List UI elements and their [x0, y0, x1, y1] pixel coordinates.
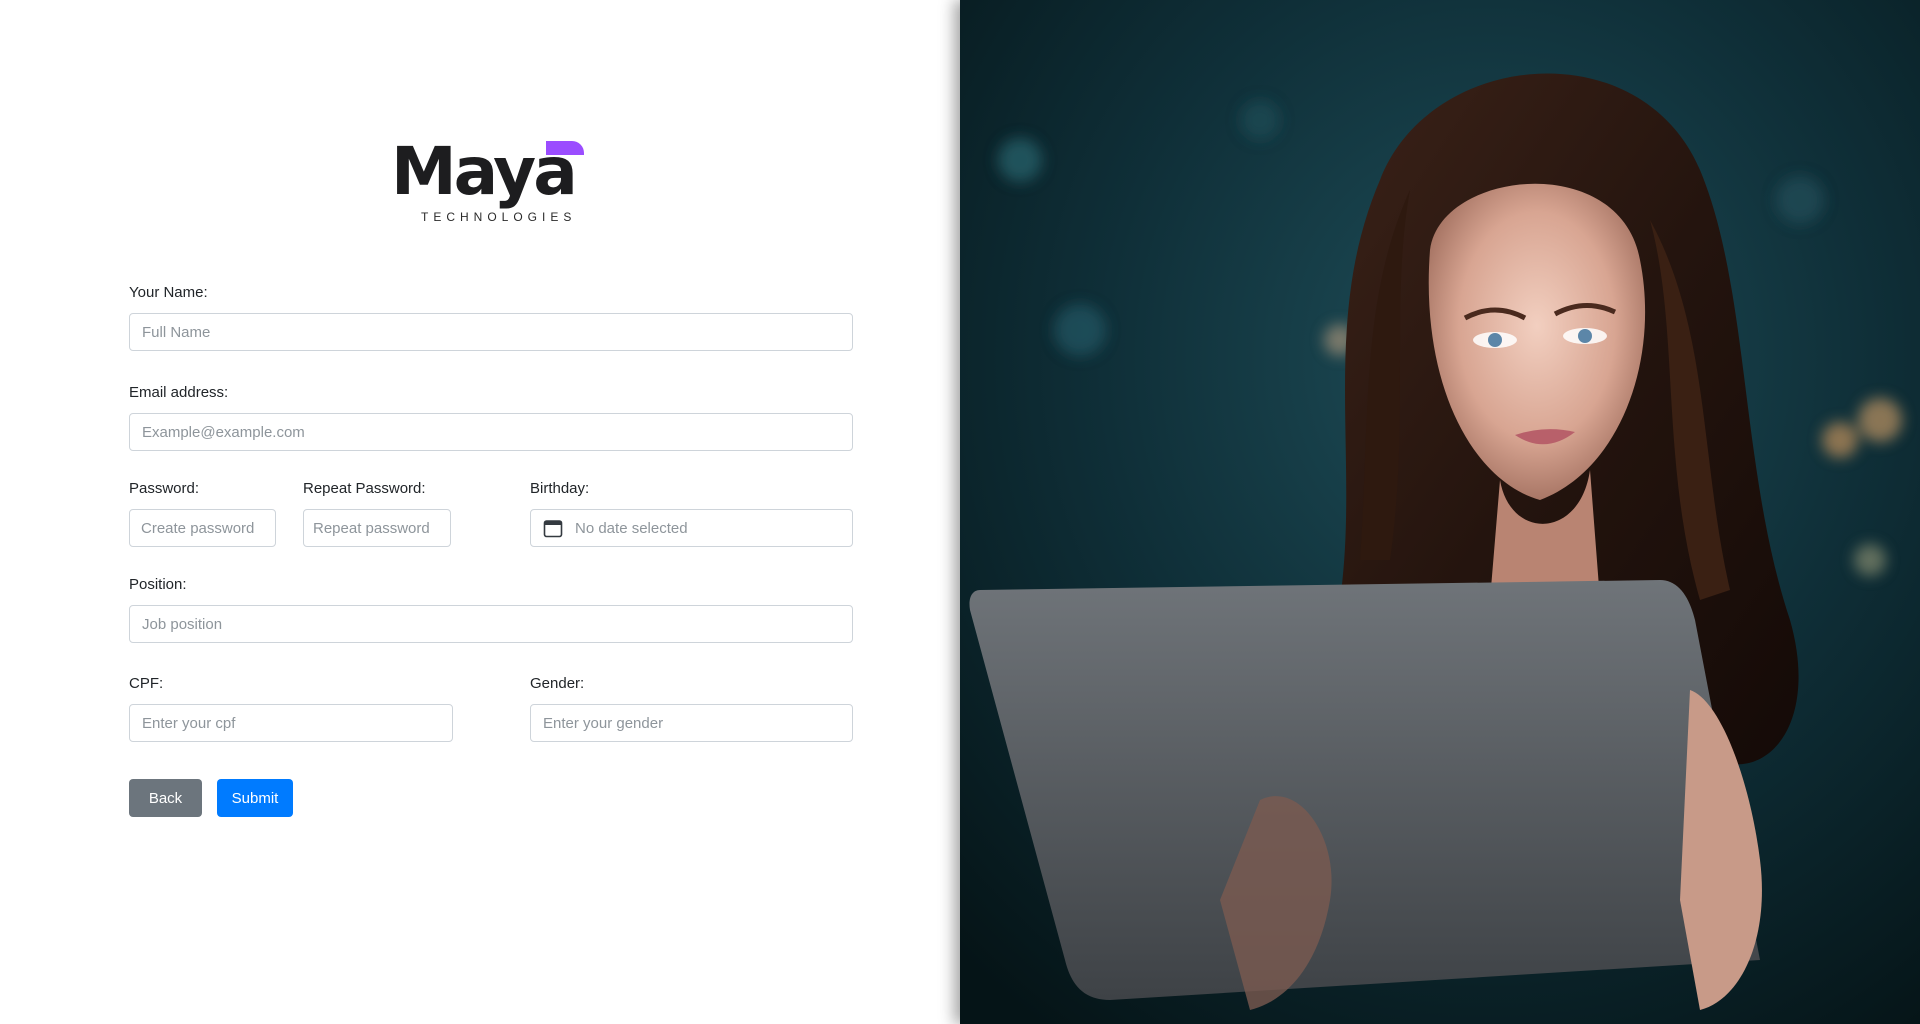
name-label: Your Name:	[129, 284, 208, 301]
password-label: Password:	[129, 480, 200, 497]
birthday-label: Birthday:	[530, 480, 590, 497]
repeat-password-input[interactable]	[303, 509, 451, 547]
repeat-password-label: Repeat Password:	[303, 480, 426, 497]
logo-tagline: TECHNOLOGIES	[421, 210, 577, 224]
form-panel: Maya TECHNOLOGIES Your Name: Email addre…	[0, 0, 960, 1024]
signup-page: Maya TECHNOLOGIES Your Name: Email addre…	[0, 0, 1920, 1024]
birthday-value: No date selected	[575, 519, 688, 537]
email-label: Email address:	[129, 384, 229, 401]
woman-with-tablet-illustration	[960, 0, 1920, 1024]
position-label: Position:	[129, 576, 187, 593]
gender-input[interactable]	[530, 704, 853, 742]
calendar-icon[interactable]	[543, 518, 563, 538]
email-input[interactable]	[129, 413, 853, 451]
hero-image	[960, 0, 1920, 1024]
cpf-input[interactable]	[129, 704, 453, 742]
maya-logo: Maya TECHNOLOGIES	[391, 139, 587, 229]
gender-label: Gender:	[530, 675, 585, 692]
password-input[interactable]	[129, 509, 276, 547]
submit-button[interactable]: Submit	[217, 779, 293, 817]
full-name-input[interactable]	[129, 313, 853, 351]
position-input[interactable]	[129, 605, 853, 643]
birthday-date-picker[interactable]: No date selected	[530, 509, 853, 547]
cpf-label: CPF:	[129, 675, 164, 692]
back-button[interactable]: Back	[129, 779, 202, 817]
logo-accent-shape	[546, 141, 584, 155]
